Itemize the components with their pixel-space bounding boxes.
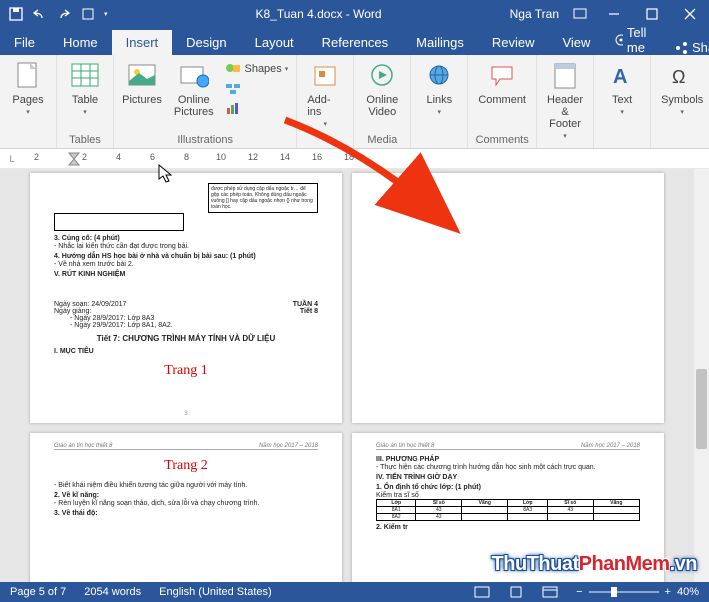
online-pictures-icon <box>178 60 210 92</box>
svg-text:Ω: Ω <box>672 67 685 87</box>
user-name[interactable]: Nga Tran <box>510 7 559 21</box>
text-button[interactable]: A Text▾ <box>600 58 644 118</box>
header-footer-button[interactable]: Header & Footer▾ <box>543 58 587 142</box>
touch-mode-icon[interactable] <box>80 6 96 22</box>
addins-icon <box>309 60 341 92</box>
indent-marker-icon[interactable] <box>68 149 80 167</box>
tab-review[interactable]: Review <box>478 30 549 55</box>
video-icon <box>366 60 398 92</box>
chart-button[interactable] <box>223 100 290 118</box>
table-icon <box>69 60 101 92</box>
chart-icon <box>225 101 241 117</box>
pictures-icon <box>126 60 158 92</box>
group-label-illustrations: Illustrations <box>120 134 290 148</box>
symbols-icon: Ω <box>666 60 698 92</box>
ribbon: Pages▾ Table▾ Tables Pictures Online Pic… <box>0 55 709 149</box>
links-button[interactable]: Links▾ <box>417 58 461 118</box>
tab-file[interactable]: File <box>0 30 49 55</box>
symbols-button[interactable]: Ω Symbols▾ <box>657 58 707 118</box>
view-web-icon[interactable] <box>542 586 558 598</box>
group-label-media: Media <box>360 134 404 148</box>
attendance-table: LớpSĩ sốVắngLớpSĩ sốVắng 8A1438A343 8A24… <box>376 499 640 521</box>
zoom-slider[interactable] <box>589 591 659 593</box>
links-icon <box>423 60 455 92</box>
minimize-button[interactable] <box>595 0 633 28</box>
save-icon[interactable] <box>8 6 24 22</box>
online-video-button[interactable]: Online Video <box>360 58 404 120</box>
svg-text:A: A <box>613 66 627 88</box>
shapes-button[interactable]: Shapes ▾ <box>223 60 290 78</box>
ribbon-tabs: File Home Insert Design Layout Reference… <box>0 28 709 55</box>
zoom-level[interactable]: 40% <box>677 586 699 598</box>
view-read-icon[interactable] <box>474 586 490 598</box>
tab-layout[interactable]: Layout <box>241 30 308 55</box>
document-page[interactable]: Giáo án tin học thiết 8Năm học 2017 – 20… <box>30 433 342 582</box>
table-button[interactable]: Table▾ <box>63 58 107 118</box>
zoom-in-button[interactable]: + <box>665 586 671 598</box>
document-page-blank[interactable] <box>352 173 664 423</box>
ribbon-display-icon[interactable] <box>573 8 587 20</box>
pages-button[interactable]: Pages▾ <box>6 58 50 118</box>
pages-icon <box>12 60 44 92</box>
watermark: ThuThuatPhanMem.vn <box>492 553 697 576</box>
share-button[interactable]: Share <box>662 40 709 55</box>
smartart-button[interactable] <box>223 80 290 98</box>
tab-mailings[interactable]: Mailings <box>402 30 478 55</box>
group-label-comments: Comments <box>474 134 530 148</box>
smartart-icon <box>225 81 241 97</box>
scrollbar-thumb[interactable] <box>696 369 707 449</box>
document-page[interactable]: được phép sử dụng cặp dấu ngoặc tr… để g… <box>30 173 342 423</box>
status-bar: Page 5 of 7 2054 words English (United S… <box>0 582 709 602</box>
shapes-icon <box>225 61 241 77</box>
tell-me[interactable]: Tell me <box>604 25 662 55</box>
tab-home[interactable]: Home <box>49 30 112 55</box>
zoom-out-button[interactable]: − <box>576 586 582 598</box>
addins-button[interactable]: Add-ins▾ <box>303 58 347 130</box>
language-indicator[interactable]: English (United States) <box>159 586 272 598</box>
document-area[interactable]: được phép sử dụng cặp dấu ngoặc tr… để g… <box>0 169 694 582</box>
group-label-tables: Tables <box>63 134 107 148</box>
pictures-button[interactable]: Pictures <box>120 58 164 108</box>
text-icon: A <box>606 60 638 92</box>
qat-dropdown-icon[interactable]: ▾ <box>104 10 108 18</box>
undo-icon[interactable] <box>32 6 48 22</box>
ruler-corner: L <box>0 149 24 168</box>
tab-view[interactable]: View <box>548 30 604 55</box>
word-count[interactable]: 2054 words <box>84 586 141 598</box>
tab-references[interactable]: References <box>308 30 402 55</box>
comment-button[interactable]: Comment <box>474 58 530 108</box>
title-bar: ▾ K8_Tuan 4.docx - Word Nga Tran <box>0 0 709 28</box>
page-indicator[interactable]: Page 5 of 7 <box>10 586 66 598</box>
comment-icon <box>486 60 518 92</box>
tab-design[interactable]: Design <box>172 30 240 55</box>
group-label <box>6 134 50 148</box>
redo-icon[interactable] <box>56 6 72 22</box>
tab-insert[interactable]: Insert <box>112 30 173 55</box>
page-label: Trang 1 <box>54 363 318 379</box>
page-label: Trang 2 <box>54 458 318 474</box>
vertical-scrollbar[interactable] <box>694 169 709 582</box>
maximize-button[interactable] <box>633 0 671 28</box>
online-pictures-button[interactable]: Online Pictures <box>168 58 219 120</box>
close-button[interactable] <box>671 0 709 28</box>
text-frame[interactable]: được phép sử dụng cặp dấu ngoặc tr… để g… <box>208 183 318 213</box>
view-print-icon[interactable] <box>508 586 524 598</box>
document-title: K8_Tuan 4.docx - Word <box>256 7 382 21</box>
ruler: L 2 2 4 6 8 10 12 14 16 18 <box>0 149 709 169</box>
header-footer-icon <box>549 60 581 92</box>
